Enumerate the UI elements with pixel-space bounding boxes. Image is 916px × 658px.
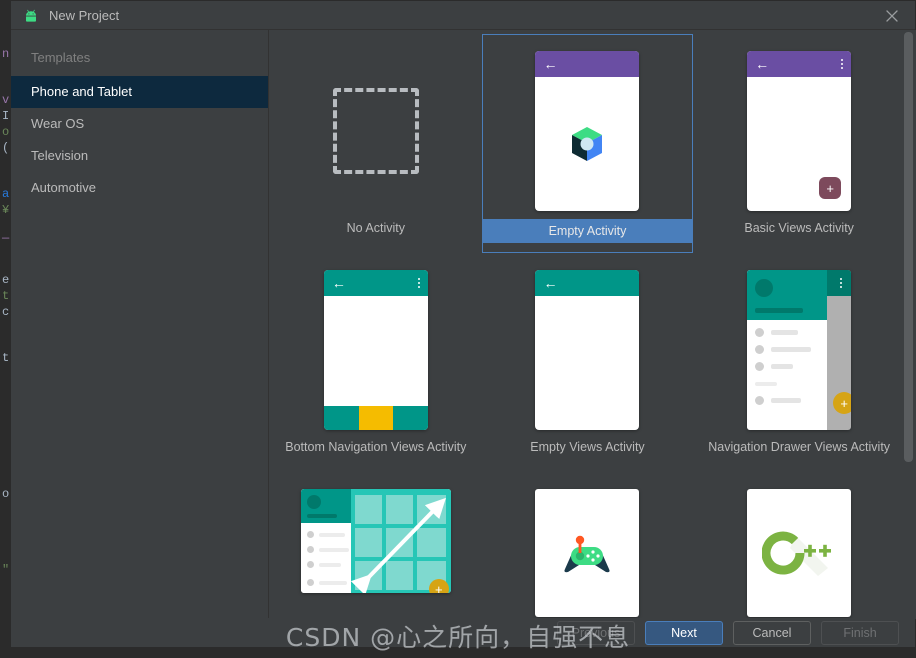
dialog-titlebar: New Project [11,1,915,30]
template-card-empty-activity[interactable]: ← Empty Activity [481,34,694,253]
floating-action-button-icon: + [833,392,852,414]
templates-grid-area: No Activity ← Empty Activity ← + Basic V… [270,30,916,619]
drawer-item [306,546,349,553]
drawer-divider [755,382,778,386]
bottom-nav-bar [323,406,428,430]
phone-mock: ← [535,270,640,430]
template-label: No Activity [346,221,405,235]
new-project-dialog: New Project Templates Phone and Tablet W… [10,0,916,648]
drawer-mock: + [747,270,852,430]
drawer-headline [755,308,804,313]
cpp-logo-icon [762,531,832,576]
navigation-drawer-thumbnail: + [747,270,852,430]
avatar [306,495,321,509]
template-card-native-cpp[interactable] [693,472,905,617]
drawer-item [755,328,799,337]
sidebar-item-phone-and-tablet[interactable]: Phone and Tablet [11,76,268,108]
template-card-empty-views-activity[interactable]: ← Empty Views Activity [482,253,694,472]
floating-action-button-icon: + [428,579,449,593]
floating-action-button-icon: + [819,177,842,199]
scrollbar-thumb[interactable] [904,32,913,462]
templates-sidebar: Templates Phone and Tablet Wear OS Telev… [11,30,269,619]
next-button[interactable]: Next [645,620,723,645]
drawer-rail [827,270,852,296]
drawer-sheet [747,270,828,430]
close-icon[interactable] [869,1,915,30]
white-card [535,489,640,617]
app-bar: ← [535,270,640,296]
dialog-footer: Previous Next Cancel Finish [11,618,915,647]
overflow-menu-icon [417,278,420,288]
drawer-item [306,579,347,586]
template-card-bottom-navigation-views-activity[interactable]: ← Bottom Navigation Views Activity [270,253,482,472]
dashed-square-icon [332,88,419,174]
phone-mock: ← [323,270,428,430]
template-card-no-activity[interactable]: No Activity [270,34,482,253]
overflow-menu-icon [841,59,844,69]
finish-button[interactable]: Finish [821,620,899,645]
template-label: Basic Views Activity [744,221,854,235]
native-cpp-thumbnail [747,489,852,617]
app-bar: ← [535,51,640,77]
template-card-game-activity[interactable] [482,472,694,617]
template-label: Bottom Navigation Views Activity [285,440,467,454]
sidebar-item-automotive[interactable]: Automotive [11,172,268,204]
template-card-navigation-drawer-views-activity[interactable]: + Navigation Drawer Views Activity [693,253,905,472]
sidebar-item-wear-os[interactable]: Wear OS [11,108,268,140]
white-card [747,489,852,617]
no-activity-thumbnail [324,51,428,211]
template-card-responsive-views-activity[interactable]: + [270,472,482,593]
drawer-header [300,489,351,523]
phone-mock: ← [535,51,640,211]
app-bar: ← [747,51,852,77]
android-icon [23,9,39,23]
drawer-panel [300,489,351,593]
empty-activity-thumbnail: ← [535,51,640,211]
content-grid [350,489,451,593]
back-arrow-icon: ← [543,56,558,72]
avatar [755,279,774,297]
sidebar-header: Templates [31,50,91,65]
drawer-headline [306,514,337,518]
game-controller-icon [564,535,611,573]
game-activity-thumbnail [535,489,640,617]
drawer-item [755,396,802,405]
templates-grid: No Activity ← Empty Activity ← + Basic V… [270,30,905,617]
drawer-item [755,345,812,354]
responsive-thumbnail: + [300,489,451,593]
app-bar: ← [323,270,428,296]
tablet-mock: + [300,489,451,593]
overflow-menu-icon [840,278,843,288]
phone-mock: ← + [747,51,852,211]
back-arrow-icon: ← [331,275,346,291]
dialog-title: New Project [49,8,120,23]
previous-button[interactable]: Previous [557,620,635,645]
resize-arrow-icon [350,497,446,593]
sidebar-item-television[interactable]: Television [11,140,268,172]
drawer-item [306,531,345,538]
bottom-navigation-thumbnail: ← [323,270,428,430]
drawer-item [306,561,341,568]
drawer-item [755,362,794,371]
cancel-button[interactable]: Cancel [733,620,811,645]
back-arrow-icon: ← [543,275,558,291]
back-arrow-icon: ← [755,56,770,72]
jetpack-compose-icon [572,127,603,161]
screen-root: n v I o ( aM ¥ — e t: c t o " New [0,0,916,658]
template-label: Empty Views Activity [530,440,645,454]
templates-scrollbar[interactable] [902,30,915,619]
template-label: Navigation Drawer Views Activity [708,440,891,454]
template-label: Empty Activity [482,219,693,243]
empty-views-thumbnail: ← [535,270,640,430]
drawer-header [747,270,828,320]
basic-views-thumbnail: ← + [747,51,852,211]
template-card-basic-views-activity[interactable]: ← + Basic Views Activity [693,34,905,253]
